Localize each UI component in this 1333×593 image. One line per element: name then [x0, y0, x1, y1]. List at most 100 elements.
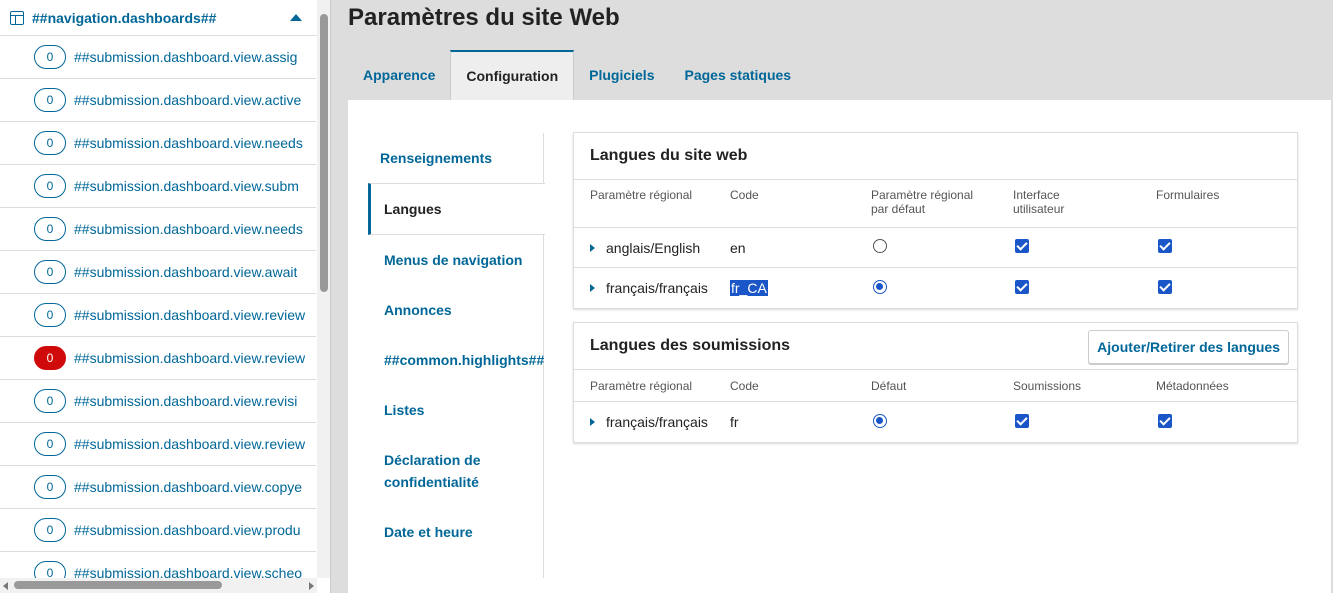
- chevron-up-icon[interactable]: [290, 14, 302, 21]
- count-badge: 0: [34, 174, 66, 198]
- table-header: Paramètre régional Code Défaut Soumissio…: [574, 370, 1297, 402]
- col-header-ui: Interface utilisateur: [1013, 188, 1065, 216]
- add-remove-languages-button[interactable]: Ajouter/Retirer des langues: [1088, 330, 1289, 364]
- col-header-default-locale: Paramètre régional par défaut: [871, 188, 974, 216]
- sidebar-item-label: ##submission.dashboard.view.review: [74, 436, 306, 452]
- sidebar-item-label: ##submission.dashboard.view.copye: [74, 479, 303, 495]
- ui-checkbox[interactable]: [1015, 239, 1029, 253]
- sidebar-item[interactable]: 0 ##submission.dashboard.view.review: [0, 294, 316, 337]
- col-header-submissions: Soumissions: [1013, 378, 1082, 393]
- sidebar-item[interactable]: 0 ##submission.dashboard.view.revisi: [0, 380, 316, 423]
- scroll-right-icon[interactable]: [309, 582, 314, 590]
- dashboard-grid-icon: [10, 10, 24, 25]
- subnav-languages[interactable]: Langues: [368, 183, 545, 235]
- count-badge: 0: [34, 518, 66, 542]
- sidebar-item[interactable]: 0 ##submission.dashboard.view.copye: [0, 466, 316, 509]
- card-title: Langues des soumissions: [590, 337, 791, 354]
- count-badge: 0: [34, 260, 66, 284]
- settings-tabs: Apparence Configuration Plugiciels Pages…: [348, 50, 806, 100]
- count-badge: 0: [34, 45, 66, 69]
- sidebar-title: ##navigation.dashboards##: [32, 9, 217, 26]
- site-languages-card: Langues du site web Paramètre régional C…: [573, 132, 1298, 309]
- scroll-left-icon[interactable]: [3, 582, 8, 590]
- col-header-metadata: Métadonnées: [1156, 378, 1229, 393]
- setup-subnav: Renseignements Langues Menus de navigati…: [368, 133, 545, 578]
- sidebar-item-label: ##submission.dashboard.view.review: [74, 307, 306, 323]
- table-row: français/français fr: [574, 402, 1297, 442]
- tab-setup[interactable]: Configuration: [450, 50, 575, 100]
- count-badge: 0: [34, 303, 66, 327]
- sidebar-item-label: ##submission.dashboard.view.await: [74, 264, 298, 280]
- sidebar-item[interactable]: 0 ##submission.dashboard.view.assig: [0, 36, 316, 79]
- card-title: Langues du site web: [574, 133, 1297, 180]
- dashboard-view-list: 0 ##submission.dashboard.view.assig 0 ##su…: [0, 36, 316, 593]
- alert-count-badge: 0: [34, 346, 66, 370]
- page-title: Paramètres du site Web: [348, 4, 620, 31]
- card-header: Langues des soumissions Ajouter/Retirer …: [574, 323, 1297, 370]
- sidebar-item-label: ##submission.dashboard.view.revisi: [74, 393, 298, 409]
- sidebar-horizontal-scrollbar[interactable]: [0, 578, 317, 593]
- sidebar-item[interactable]: 0 ##submission.dashboard.view.produ: [0, 509, 316, 552]
- subnav-information[interactable]: Renseignements: [368, 133, 543, 183]
- subnav-date-time[interactable]: Date et heure: [368, 507, 543, 557]
- col-header-code: Code: [730, 378, 759, 393]
- expand-row-icon[interactable]: [590, 284, 595, 292]
- subnav-privacy-statement[interactable]: Déclaration de confidentialité: [368, 435, 543, 507]
- sidebar-item[interactable]: 0 ##submission.dashboard.view.review: [0, 423, 316, 466]
- submissions-checkbox[interactable]: [1015, 413, 1029, 428]
- expand-row-icon[interactable]: [590, 418, 595, 426]
- tab-plugins[interactable]: Plugiciels: [574, 50, 669, 100]
- table-header: Paramètre régional Code Paramètre région…: [574, 180, 1297, 228]
- submission-languages-card: Langues des soumissions Ajouter/Retirer …: [573, 322, 1298, 443]
- sidebar-item-label: ##submission.dashboard.view.active: [74, 92, 302, 108]
- sidebar-item[interactable]: 0 ##submission.dashboard.view.await: [0, 251, 316, 294]
- locale-code: fr_CA: [730, 280, 768, 296]
- sidebar-item[interactable]: 0 ##submission.dashboard.view.review: [0, 337, 316, 380]
- default-locale-radio[interactable]: [873, 239, 887, 253]
- locale-name: anglais/English: [606, 239, 701, 256]
- count-badge: 0: [34, 131, 66, 155]
- sidebar-item-label: ##submission.dashboard.view.needs: [74, 135, 303, 151]
- scrollbar-thumb[interactable]: [14, 581, 222, 589]
- sidebar-item-label: ##submission.dashboard.view.needs: [74, 221, 303, 237]
- ui-checkbox[interactable]: [1015, 279, 1029, 294]
- col-header-locale: Paramètre régional: [590, 378, 693, 393]
- forms-checkbox[interactable]: [1158, 239, 1172, 253]
- count-badge: 0: [34, 432, 66, 456]
- locale-name: français/français: [606, 280, 708, 296]
- subnav-lists[interactable]: Listes: [368, 385, 543, 435]
- col-header-default: Défaut: [871, 378, 907, 393]
- sidebar-item[interactable]: 0 ##submission.dashboard.view.subm: [0, 165, 316, 208]
- metadata-checkbox[interactable]: [1158, 413, 1172, 428]
- table-row: anglais/English en: [574, 228, 1297, 268]
- subnav-announcements[interactable]: Annonces: [368, 285, 543, 335]
- expand-row-icon[interactable]: [590, 243, 595, 252]
- subnav-highlights[interactable]: ##common.highlights##: [368, 335, 544, 385]
- count-badge: 0: [34, 389, 66, 413]
- sidebar-item[interactable]: 0 ##submission.dashboard.view.needs: [0, 122, 316, 165]
- sidebar-item[interactable]: 0 ##submission.dashboard.view.needs: [0, 208, 316, 251]
- forms-checkbox[interactable]: [1158, 279, 1172, 294]
- sidebar-item[interactable]: 0 ##submission.dashboard.view.active: [0, 79, 316, 122]
- tab-appearance[interactable]: Apparence: [348, 50, 450, 100]
- sidebar-item-label: ##submission.dashboard.view.subm: [74, 178, 299, 194]
- default-locale-radio[interactable]: [873, 279, 887, 294]
- locale-name: français/français: [606, 414, 708, 430]
- sidebar-vertical-scrollbar[interactable]: [317, 0, 330, 578]
- dashboard-sidebar: ##navigation.dashboards## 0 ##submission.…: [0, 0, 331, 593]
- subnav-navigation-menus[interactable]: Menus de navigation: [368, 235, 543, 285]
- tab-static-pages[interactable]: Pages statiques: [669, 50, 806, 100]
- sidebar-item-label: ##submission.dashboard.view.review: [74, 350, 306, 366]
- count-badge: 0: [34, 217, 66, 241]
- table-row: français/français fr_CA: [574, 268, 1297, 308]
- sidebar-item-label: ##submission.dashboard.view.produ: [74, 522, 301, 538]
- count-badge: 0: [34, 475, 66, 499]
- col-header-forms: Formulaires: [1156, 188, 1220, 202]
- sidebar-item-label: ##submission.dashboard.view.assig: [74, 49, 298, 65]
- default-radio[interactable]: [873, 413, 887, 428]
- settings-panel: Renseignements Langues Menus de navigati…: [348, 100, 1331, 593]
- col-header-locale: Paramètre régional: [590, 188, 693, 202]
- sidebar-header[interactable]: ##navigation.dashboards##: [0, 0, 330, 36]
- scrollbar-thumb[interactable]: [320, 14, 328, 292]
- col-header-code: Code: [730, 188, 759, 202]
